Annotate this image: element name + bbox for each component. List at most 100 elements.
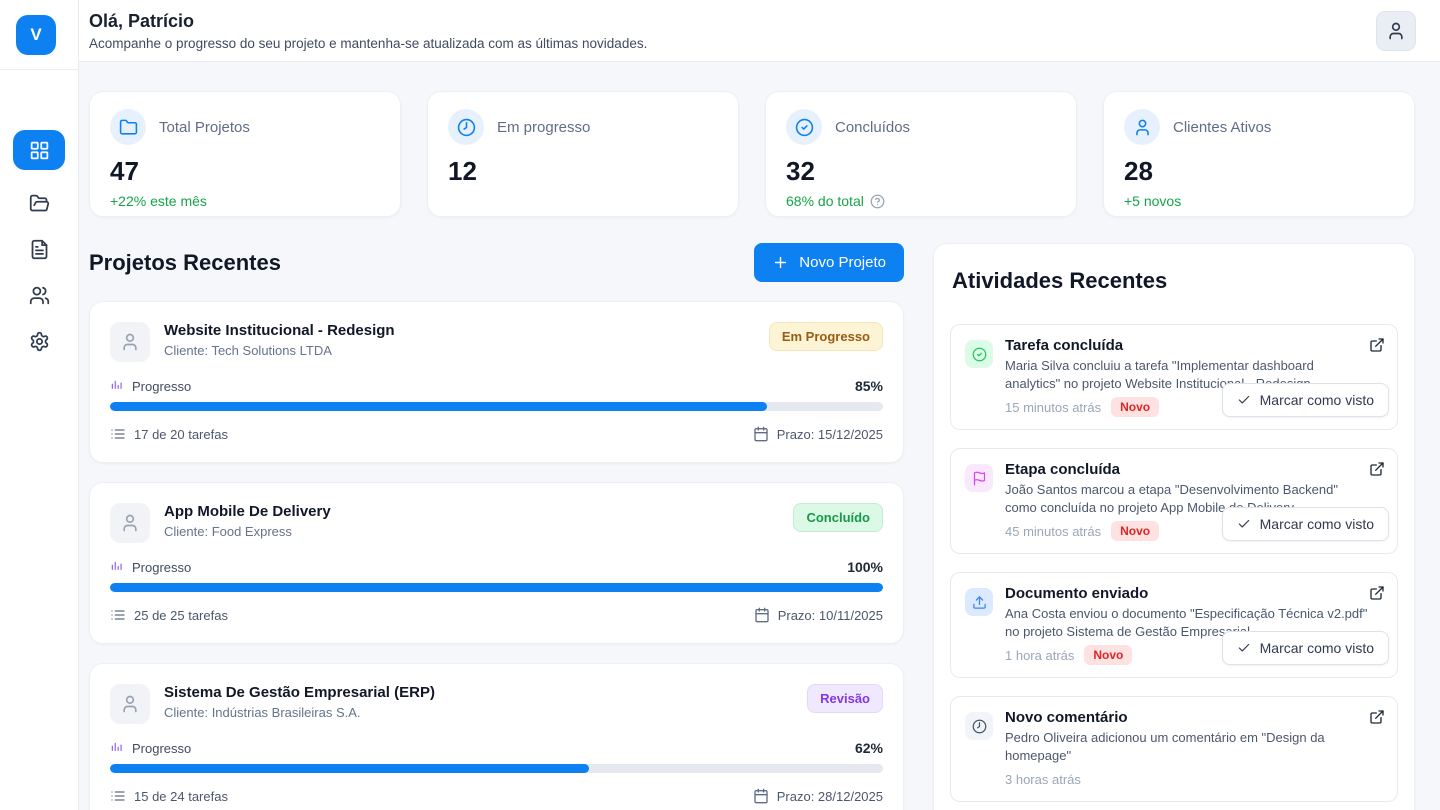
user-icon [1133, 118, 1152, 137]
check-icon [1237, 517, 1251, 531]
stat-label: Concluídos [835, 119, 910, 136]
new-project-button[interactable]: Novo Projeto [754, 243, 904, 282]
sidebar-item-dashboard[interactable] [13, 130, 65, 170]
mark-seen-button[interactable]: Marcar como visto [1222, 631, 1389, 665]
sidebar-item-documentos[interactable] [26, 236, 52, 262]
sidebar-item-configuracoes[interactable] [26, 328, 52, 354]
calendar-icon [753, 426, 769, 442]
avatar [110, 322, 150, 362]
mark-seen-button[interactable]: Marcar como visto [1222, 507, 1389, 541]
stat-value: 28 [1124, 156, 1394, 187]
new-badge: Novo [1111, 397, 1159, 417]
list-icon [110, 607, 126, 623]
project-card[interactable]: App Mobile De Delivery Cliente: Food Exp… [89, 482, 904, 644]
external-link-icon[interactable] [1369, 585, 1385, 601]
activities-panel: Atividades Recentes Tarefa concluída Mar… [933, 243, 1415, 810]
activity-item: Novo comentário Pedro Oliveira adicionou… [950, 696, 1398, 802]
new-badge: Novo [1084, 645, 1132, 665]
progress-bar-fill [110, 402, 767, 411]
activity-item: Tarefa concluída Maria Silva concluiu a … [950, 324, 1398, 430]
user-icon [120, 332, 140, 352]
help-icon[interactable] [870, 194, 885, 209]
activity-time: 45 minutos atrás [1005, 524, 1101, 539]
progress-bar-fill [110, 764, 589, 773]
sidebar-nav [13, 130, 65, 354]
check-icon [1237, 641, 1251, 655]
deadline: Prazo: 28/12/2025 [753, 788, 883, 804]
header-text: Olá, Patrício Acompanhe o progresso do s… [89, 11, 647, 51]
external-link-icon[interactable] [1369, 461, 1385, 477]
stat-card: Total Projetos 47 +22% este mês [89, 91, 401, 217]
gear-icon [29, 331, 50, 352]
activity-title: Documento enviado [1005, 585, 1369, 603]
app: V Olá, Patrício Acompanhe o pr [0, 0, 1440, 810]
check-circle-icon [795, 118, 814, 137]
stat-sub: +5 novos [1124, 193, 1394, 209]
stat-sub: +22% este mês [110, 193, 380, 209]
stat-value: 32 [786, 156, 1056, 187]
deadline: Prazo: 10/11/2025 [754, 607, 883, 623]
project-card[interactable]: Website Institucional - Redesign Cliente… [89, 301, 904, 463]
list-icon [110, 426, 126, 442]
check-icon [1237, 393, 1251, 407]
activities-section-title: Atividades Recentes [952, 268, 1396, 294]
clock-icon [457, 118, 476, 137]
clock-icon [972, 719, 987, 734]
page-title: Olá, Patrício [89, 11, 647, 32]
project-name: Sistema De Gestão Empresarial (ERP) [164, 684, 435, 701]
progress-bar [110, 764, 883, 773]
stat-head: Total Projetos [110, 109, 380, 145]
activity-item: Documento enviado Ana Costa enviou o doc… [950, 572, 1398, 678]
deadline: Prazo: 15/12/2025 [753, 426, 883, 442]
user-icon [120, 694, 140, 714]
status-badge: Revisão [807, 684, 883, 713]
activity-item: Etapa concluída João Santos marcou a eta… [950, 448, 1398, 554]
activity-title: Tarefa concluída [1005, 337, 1369, 355]
stats-row: Total Projetos 47 +22% este mês Em progr… [89, 91, 1415, 217]
external-link-icon[interactable] [1369, 337, 1385, 353]
project-client: Cliente: Indústrias Brasileiras S.A. [164, 705, 435, 720]
bar-chart-icon [110, 560, 124, 574]
project-name: Website Institucional - Redesign [164, 322, 395, 339]
folder-icon [119, 118, 138, 137]
projects-header: Projetos Recentes Novo Projeto [89, 243, 904, 282]
sidebar-item-clientes[interactable] [26, 282, 52, 308]
sidebar-item-projetos[interactable] [26, 190, 52, 216]
project-name: App Mobile De Delivery [164, 503, 331, 520]
progress-percent: 85% [855, 378, 883, 394]
upload-icon [972, 595, 987, 610]
activity-time: 1 hora atrás [1005, 648, 1074, 663]
external-link-icon[interactable] [1369, 709, 1385, 725]
avatar [110, 503, 150, 543]
sidebar: V [0, 0, 79, 810]
activity-title: Etapa concluída [1005, 461, 1369, 479]
bar-chart-icon [110, 379, 124, 393]
dashboard-content: Total Projetos 47 +22% este mês Em progr… [79, 62, 1440, 810]
header: Olá, Patrício Acompanhe o progresso do s… [79, 0, 1440, 62]
projects-section: Projetos Recentes Novo Projeto Website I… [89, 243, 904, 810]
folder-open-icon [29, 193, 50, 214]
logo-area: V [0, 0, 78, 70]
users-icon [29, 285, 50, 306]
project-card[interactable]: Sistema De Gestão Empresarial (ERP) Clie… [89, 663, 904, 810]
stat-card: Clientes Ativos 28 +5 novos [1103, 91, 1415, 217]
page-subtitle: Acompanhe o progresso do seu projeto e m… [89, 36, 647, 51]
list-icon [110, 788, 126, 804]
stat-sub: 68% do total [786, 193, 1056, 209]
new-badge: Novo [1111, 521, 1159, 541]
mark-seen-button[interactable]: Marcar como visto [1222, 383, 1389, 417]
activity-title: Novo comentário [1005, 709, 1369, 727]
calendar-icon [754, 607, 770, 623]
progress-bar [110, 402, 883, 411]
stat-head: Em progresso [448, 109, 718, 145]
progress-bar [110, 583, 883, 592]
project-client: Cliente: Tech Solutions LTDA [164, 343, 395, 358]
stat-label: Clientes Ativos [1173, 119, 1271, 136]
stat-value: 47 [110, 156, 380, 187]
stat-head: Clientes Ativos [1124, 109, 1394, 145]
check-circle-icon [972, 347, 987, 362]
profile-button[interactable] [1376, 11, 1416, 51]
stat-value: 12 [448, 156, 718, 187]
calendar-icon [753, 788, 769, 804]
activity-description: Pedro Oliveira adicionou um comentário e… [1005, 729, 1369, 764]
